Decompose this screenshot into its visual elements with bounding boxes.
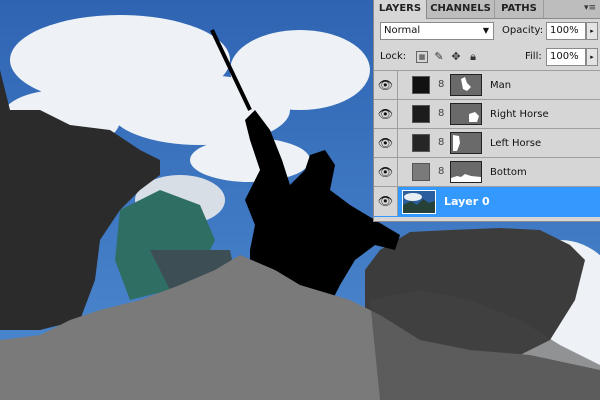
layer-thumbnail bbox=[412, 76, 430, 94]
layer-mask-thumbnail[interactable] bbox=[450, 103, 482, 125]
brush-lock-icon[interactable]: ✎ bbox=[433, 51, 445, 63]
blend-mode-value: Normal bbox=[384, 25, 421, 36]
padlock-icon[interactable]: 🔒︎ bbox=[467, 51, 479, 63]
opacity-stepper[interactable]: ▸ bbox=[586, 22, 598, 40]
fill-value: 100% bbox=[550, 51, 579, 62]
fill-stepper[interactable]: ▸ bbox=[586, 48, 598, 66]
blend-row: Normal ▼ Opacity: 100% ▸ bbox=[380, 22, 598, 42]
chevron-down-icon: ▼ bbox=[482, 26, 489, 35]
layer-thumbnail bbox=[412, 163, 430, 181]
lock-row: Lock: ▦ ✎ ✥ 🔒︎ Fill: 100% ▸ bbox=[380, 48, 598, 68]
move-lock-icon[interactable]: ✥ bbox=[450, 51, 462, 63]
blend-mode-select[interactable]: Normal ▼ bbox=[380, 22, 494, 40]
layer-name: Layer 0 bbox=[444, 195, 490, 208]
layer-name: Bottom bbox=[490, 167, 527, 178]
eye-icon[interactable]: 👁︎ bbox=[374, 100, 398, 129]
layer-name: Left Horse bbox=[490, 138, 542, 149]
chain-link-icon[interactable]: 8 bbox=[438, 166, 444, 177]
eye-icon[interactable]: 👁︎ bbox=[374, 158, 398, 187]
opacity-field[interactable]: 100% bbox=[546, 22, 586, 40]
eye-icon[interactable]: 👁︎ bbox=[374, 187, 398, 216]
layer-name: Right Horse bbox=[490, 109, 549, 120]
fill-field[interactable]: 100% bbox=[546, 48, 586, 66]
layer-name: Man bbox=[490, 80, 512, 91]
tab-channels[interactable]: CHANNELS bbox=[427, 0, 495, 18]
layer-mask-thumbnail[interactable] bbox=[450, 74, 482, 96]
chain-link-icon[interactable]: 8 bbox=[438, 108, 444, 119]
eye-icon[interactable]: 👁︎ bbox=[374, 129, 398, 158]
layer-row-bottom[interactable]: 👁︎ 8 Bottom bbox=[374, 157, 600, 187]
panel-menu-icon[interactable]: ▾≡ bbox=[584, 3, 596, 13]
opacity-value: 100% bbox=[550, 25, 579, 36]
layer-mask-thumbnail[interactable] bbox=[450, 161, 482, 183]
eye-icon[interactable]: 👁︎ bbox=[374, 71, 398, 100]
layer-row-layer-0[interactable]: 👁︎ Layer 0 bbox=[374, 186, 600, 217]
chain-link-icon[interactable]: 8 bbox=[438, 79, 444, 90]
layer-thumbnail bbox=[412, 134, 430, 152]
layer-row-right-horse[interactable]: 👁︎ 8 Right Horse bbox=[374, 99, 600, 129]
layer-row-man[interactable]: 👁︎ 8 Man bbox=[374, 70, 600, 100]
layer-thumbnail bbox=[412, 105, 430, 123]
layer-mask-thumbnail[interactable] bbox=[450, 132, 482, 154]
tab-paths[interactable]: PATHS bbox=[495, 0, 544, 18]
panel-tab-bar: LAYERS CHANNELS PATHS ▾≡ bbox=[374, 0, 600, 19]
layers-panel: LAYERS CHANNELS PATHS ▾≡ Normal ▼ Opacit… bbox=[373, 0, 600, 222]
layer-thumbnail bbox=[402, 190, 436, 214]
fill-label: Fill: bbox=[525, 51, 542, 62]
opacity-label: Opacity: bbox=[502, 25, 544, 36]
chain-link-icon[interactable]: 8 bbox=[438, 137, 444, 148]
layer-row-left-horse[interactable]: 👁︎ 8 Left Horse bbox=[374, 128, 600, 158]
transparency-lock-icon[interactable]: ▦ bbox=[416, 51, 428, 63]
lock-label: Lock: bbox=[380, 51, 407, 62]
tab-layers[interactable]: LAYERS bbox=[374, 0, 427, 19]
